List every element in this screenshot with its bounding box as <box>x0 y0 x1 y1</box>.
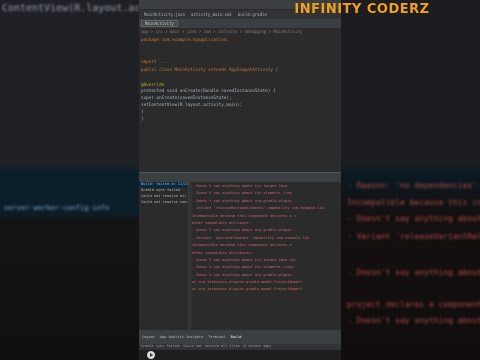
tool-window-bar: Logcat App Quality Insights Terminal Bui… <box>139 330 341 344</box>
log-line: - Doesn't say anything about org.gradle.… <box>192 198 292 203</box>
code-line: setContentView(R.layout.activity_main); <box>141 103 242 108</box>
ghost-text: - Doesn't say anything about its target … <box>347 214 480 223</box>
tab-app-quality-insights[interactable]: App Quality Insights <box>160 335 203 339</box>
toolbar: MainActivity <box>139 19 341 28</box>
log-line: at org.jetbrains.plugins.gradle.model.Pr… <box>192 280 303 285</box>
tab-main-activity[interactable]: MainActivity.java <box>141 12 188 17</box>
breadcrumb: app > src > main > java > com > infinity… <box>139 28 341 36</box>
panel-divider[interactable] <box>139 172 341 182</box>
tab-build[interactable]: Build <box>231 335 242 339</box>
ghost-text: Incompatible because this component decl… <box>347 198 480 207</box>
build-tree: Build: failed at 11/21/2023 Gradle sync … <box>139 182 189 330</box>
blurred-background-right: - Reason: 'no dependencies' does not mat… <box>341 0 480 360</box>
code-line: } <box>141 117 144 122</box>
code-line: super.onCreate(savedInstanceState); <box>141 96 232 101</box>
log-line: - Doesn't say anything about its target … <box>192 184 288 188</box>
code-line: protected void onCreate(Bundle savedInst… <box>141 89 276 94</box>
log-line: - Variant 'releaseRuntimeElements' capab… <box>192 206 324 211</box>
log-line: Incompatible because this component decl… <box>192 213 296 218</box>
brand-watermark: INFINITY CODERZ <box>294 2 430 17</box>
code-editor[interactable]: package com.example.myapplication; impor… <box>139 36 341 172</box>
code-line: package com.example.myapplication; <box>141 38 229 43</box>
code-line: @Override <box>141 83 165 88</box>
run-configuration-button[interactable]: MainActivity <box>141 20 178 27</box>
code-line: } <box>141 110 144 115</box>
ghost-text: - Reason: 'no dependencies' does not mat… <box>347 181 480 190</box>
ghost-text: ContentView(R.layout.ac <box>2 3 139 14</box>
code-line: public class MainActivity extends AppCom… <box>141 68 279 73</box>
log-line: Other compatible attributes: <box>192 250 253 255</box>
build-output-panel: Build: failed at 11/21/2023 Gradle sync … <box>139 182 341 330</box>
code-line: import ... <box>141 60 167 65</box>
ide-window: MainActivity.java activity_main.xml buil… <box>139 0 341 360</box>
log-line: at org.jetbrains.plugins.gradle.model.Pr… <box>192 287 303 292</box>
log-line: Incompatible because this component decl… <box>192 243 292 248</box>
log-line: Other compatible attribute: <box>192 220 251 225</box>
play-icon[interactable] <box>147 351 155 359</box>
log-line: - Doesn't say anything about its element… <box>192 265 294 270</box>
tab-logcat[interactable]: Logcat <box>142 335 155 339</box>
tree-item[interactable]: Could not resolve com.android <box>139 200 188 206</box>
video-controls <box>139 350 341 360</box>
ghost-text: server-worker-config-info <box>4 204 110 212</box>
log-line: - Doesn't say anything about org.gradle.… <box>192 272 292 277</box>
log-line: - Doesn't say anything about its target … <box>192 257 296 262</box>
blurred-background-left: ContentView(R.layout.ac server-worker-co… <box>0 0 139 360</box>
log-line: - Variant 'sourcesElements' capability c… <box>192 235 309 240</box>
ghost-text: - Doesn't say anything about org.gradle.… <box>347 316 480 325</box>
ghost-text: - Doesn't say anything about org.gradle.… <box>347 268 480 277</box>
log-line: - Doesn't say anything about its element… <box>192 191 292 196</box>
ghost-text: project declares a component <box>347 300 480 309</box>
tab-activity-main-xml[interactable]: activity_main.xml <box>188 12 235 17</box>
build-log[interactable]: - Doesn't say anything about its target … <box>192 184 341 330</box>
tab-terminal[interactable]: Terminal <box>208 335 225 339</box>
log-line: - Doesn't say anything about org.gradle.… <box>192 228 292 233</box>
ghost-text: - Variant 'releaseVariantReleaseApiPubli… <box>347 232 480 241</box>
